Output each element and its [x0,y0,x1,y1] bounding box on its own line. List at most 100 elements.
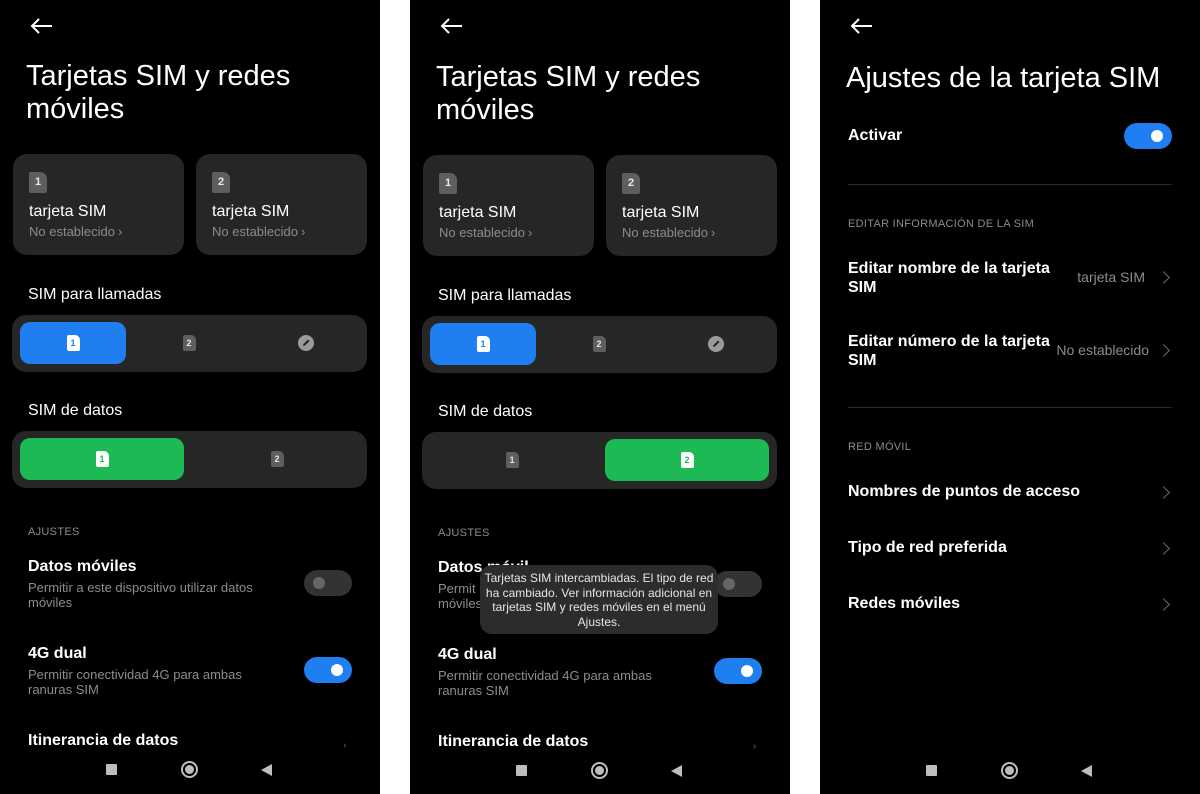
back-triangle-icon[interactable] [261,764,272,776]
sim-card-icon: 2 [270,451,284,467]
activate-toggle[interactable] [1124,123,1172,149]
chevron-right-icon: › [753,741,757,752]
sim-card-1[interactable]: 1 tarjeta SIM No establecido › [13,154,184,255]
preferred-network-label: Tipo de red preferida [848,539,1007,556]
sim-card-status: No establecido [212,224,298,239]
sim-card-settings-screen: Ajustes de la tarjeta SIM Activar EDITAR… [820,0,1200,794]
edit-name-value: tarjeta SIM [1077,269,1145,285]
sim-card-2[interactable]: 2 tarjeta SIM No establecido › [196,154,367,255]
page-title: Ajustes de la tarjeta SIM [846,62,1161,94]
data-sim-label: SIM de datos [28,402,123,419]
sim-card-icon: 1 [505,452,519,468]
data-sim-selector: 1 2 [12,431,367,488]
divider [848,407,1172,408]
pencil-icon [708,336,724,352]
back-arrow-icon[interactable] [848,14,874,38]
edit-number-label: Editar número de la tarjeta SIM [848,333,1050,369]
home-icon[interactable] [181,761,198,778]
calls-sim-selector: 1 2 [422,316,777,373]
edit-number-value: No establecido [1056,342,1149,358]
data-option-sim1[interactable]: 1 [20,438,184,480]
recents-icon[interactable] [516,765,527,776]
dual-4g-description: Permitir conectividad 4G para ambas ranu… [438,668,652,698]
data-sim-selector: 1 2 [422,432,777,489]
mobile-data-title: Datos móviles [28,558,137,575]
back-arrow-icon[interactable] [28,14,54,38]
sim-card-status: No establecido [622,225,708,240]
toast-message: Tarjetas SIM intercambiadas. El tipo de … [480,565,718,634]
mobile-data-toggle[interactable] [304,570,352,596]
chevron-right-icon: › [301,224,306,239]
data-option-sim2[interactable]: 2 [605,439,769,481]
data-option-sim2[interactable]: 2 [194,438,360,480]
apn-label: Nombres de puntos de acceso [848,483,1081,500]
calls-option-ask[interactable] [662,323,770,365]
page-title: Tarjetas SIM y redes móviles [26,60,291,125]
edit-name-label: Editar nombre de la tarjeta SIM [848,260,1050,296]
back-arrow-icon[interactable] [438,14,464,38]
chevron-right-icon: › [528,225,533,240]
dual-4g-description: Permitir conectividad 4G para ambas ranu… [28,667,242,697]
sim-card-1[interactable]: 1 tarjeta SIM No establecido › [423,155,594,256]
sim-card-icon: 2 [622,173,640,194]
edit-sim-category: EDITAR INFORMACIÓN DE LA SIM [848,218,1035,230]
settings-category: AJUSTES [28,526,80,538]
chevron-right-icon [1157,271,1170,284]
chevron-right-icon: › [343,740,347,751]
sim-settings-screen-2: Tarjetas SIM y redes móviles 1 tarjeta S… [410,0,790,794]
data-option-sim1[interactable]: 1 [430,439,594,481]
sim-card-icon: 1 [66,335,80,351]
chevron-right-icon [1157,598,1170,611]
sim-card-name: tarjeta SIM [622,204,700,221]
mobile-network-category: RED MÓVIL [848,441,912,453]
dual-4g-toggle[interactable] [304,657,352,683]
sim-card-name: tarjeta SIM [29,203,107,220]
dual-4g-title: 4G dual [438,646,497,663]
chevron-right-icon [1157,344,1170,357]
home-icon[interactable] [1001,762,1018,779]
calls-option-sim2[interactable]: 2 [135,322,243,364]
sim-card-icon: 2 [592,336,606,352]
roaming-title: Itinerancia de datos [438,733,589,750]
sim-settings-screen-1: Tarjetas SIM y redes móviles 1 tarjeta S… [0,0,380,794]
chevron-right-icon [1157,542,1170,555]
chevron-right-icon: › [711,225,716,240]
sim-card-icon: 1 [439,173,457,194]
sim-card-icon: 2 [680,452,694,468]
calls-sim-selector: 1 2 [12,315,367,372]
recents-icon[interactable] [926,765,937,776]
mobile-data-description: Permitir a este dispositivo utilizar dat… [28,580,253,610]
calls-sim-label: SIM para llamadas [438,287,572,304]
sim-card-name: tarjeta SIM [212,203,290,220]
home-icon[interactable] [591,762,608,779]
settings-category: AJUSTES [438,527,490,539]
sim-card-name: tarjeta SIM [439,204,517,221]
sim-card-status: No establecido [439,225,525,240]
recents-icon[interactable] [106,764,117,775]
chevron-right-icon [1157,486,1170,499]
dual-4g-toggle[interactable] [714,658,762,684]
activate-label: Activar [848,127,903,144]
back-triangle-icon[interactable] [671,765,682,777]
calls-option-sim2[interactable]: 2 [545,323,653,365]
sim-card-status: No establecido [29,224,115,239]
calls-option-ask[interactable] [252,322,360,364]
pencil-icon [298,335,314,351]
calls-sim-label: SIM para llamadas [28,286,162,303]
divider [848,184,1172,185]
roaming-title: Itinerancia de datos [28,732,179,749]
sim-card-icon: 2 [182,335,196,351]
sim-card-icon: 1 [476,336,490,352]
sim-card-2[interactable]: 2 tarjeta SIM No establecido › [606,155,777,256]
mobile-networks-label: Redes móviles [848,595,961,612]
sim-card-icon: 1 [95,451,109,467]
calls-option-sim1[interactable]: 1 [430,323,536,365]
sim-card-icon: 1 [29,172,47,193]
page-title: Tarjetas SIM y redes móviles [436,61,701,126]
calls-option-sim1[interactable]: 1 [20,322,126,364]
back-triangle-icon[interactable] [1081,765,1092,777]
chevron-right-icon: › [118,224,123,239]
mobile-data-toggle[interactable] [714,571,762,597]
sim-card-icon: 2 [212,172,230,193]
dual-4g-title: 4G dual [28,645,87,662]
